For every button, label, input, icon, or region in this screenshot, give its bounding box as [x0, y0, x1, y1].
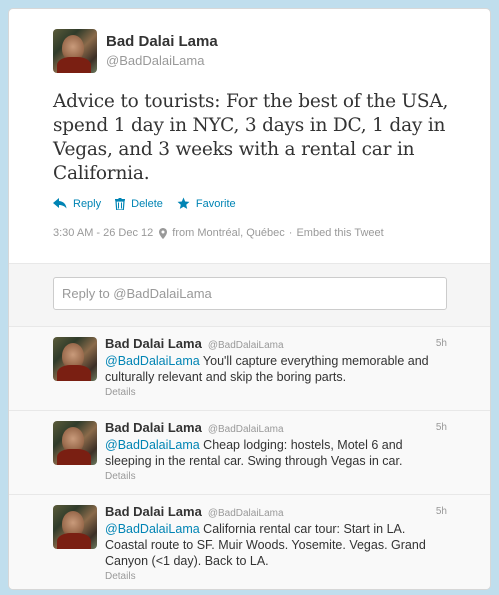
reply-header: Bad Dalai Lama @BadDalaiLama — [105, 420, 445, 435]
tweet-actions: Reply Delete Favorite — [53, 197, 490, 210]
timestamp[interactable]: 3:30 AM - 26 Dec 12 — [53, 227, 153, 239]
list-item: Bad Dalai Lama @BadDalaiLama 5h @BadDala… — [9, 327, 490, 411]
reply-label: Reply — [73, 197, 102, 210]
reply-area: Reply to @BadDalaiLama — [9, 263, 490, 327]
reply-body: Bad Dalai Lama @BadDalaiLama 5h @BadDala… — [105, 504, 447, 582]
tweet-meta: 3:30 AM - 26 Dec 12 from Montréal, Québe… — [53, 227, 490, 239]
avatar[interactable] — [53, 421, 97, 465]
star-icon — [177, 197, 190, 209]
details-link[interactable]: Details — [105, 387, 445, 398]
location[interactable]: from Montréal, Québec — [172, 227, 285, 239]
mention-link[interactable]: @BadDalaiLama — [105, 438, 200, 452]
author-handle[interactable]: @BadDalaiLama — [106, 53, 218, 68]
reply-time[interactable]: 5h — [436, 422, 447, 433]
list-item: Bad Dalai Lama @BadDalaiLama 5h @BadDala… — [9, 495, 490, 589]
reply-header: Bad Dalai Lama @BadDalaiLama — [105, 336, 445, 351]
reply-author-name[interactable]: Bad Dalai Lama — [105, 420, 202, 435]
author-name[interactable]: Bad Dalai Lama — [106, 33, 218, 50]
list-item: Bad Dalai Lama @BadDalaiLama 5h @BadDala… — [9, 411, 490, 495]
trash-icon — [115, 197, 126, 210]
reply-author-name[interactable]: Bad Dalai Lama — [105, 504, 202, 519]
reply-list: Bad Dalai Lama @BadDalaiLama 5h @BadDala… — [9, 327, 490, 589]
reply-author-name[interactable]: Bad Dalai Lama — [105, 336, 202, 351]
reply-arrow-icon — [53, 198, 67, 209]
favorite-label: Favorite — [195, 197, 236, 210]
avatar[interactable] — [53, 337, 97, 381]
main-tweet-header: Bad Dalai Lama @BadDalaiLama — [53, 29, 490, 73]
mention-link[interactable]: @BadDalaiLama — [105, 354, 200, 368]
mention-link[interactable]: @BadDalaiLama — [105, 522, 200, 536]
reply-author-handle[interactable]: @BadDalaiLama — [208, 508, 284, 519]
reply-author-handle[interactable]: @BadDalaiLama — [208, 340, 284, 351]
tweet-card: Bad Dalai Lama @BadDalaiLama Advice to t… — [8, 8, 491, 590]
meta-separator: · — [288, 227, 293, 239]
avatar[interactable] — [53, 29, 97, 73]
author-names: Bad Dalai Lama @BadDalaiLama — [106, 33, 218, 68]
reply-input[interactable]: Reply to @BadDalaiLama — [53, 277, 447, 310]
reply-time[interactable]: 5h — [436, 506, 447, 517]
reply-header: Bad Dalai Lama @BadDalaiLama — [105, 504, 445, 519]
avatar[interactable] — [53, 505, 97, 549]
reply-body: Bad Dalai Lama @BadDalaiLama 5h @BadDala… — [105, 420, 447, 482]
details-link[interactable]: Details — [105, 571, 445, 582]
delete-button[interactable]: Delete — [115, 197, 163, 210]
reply-time[interactable]: 5h — [436, 338, 447, 349]
embed-link[interactable]: Embed this Tweet — [296, 227, 383, 239]
reply-text: @BadDalaiLama You'll capture everything … — [105, 353, 445, 385]
main-tweet: Bad Dalai Lama @BadDalaiLama Advice to t… — [9, 9, 490, 263]
details-link[interactable]: Details — [105, 471, 445, 482]
delete-label: Delete — [131, 197, 163, 210]
reply-button[interactable]: Reply — [53, 197, 101, 210]
reply-body: Bad Dalai Lama @BadDalaiLama 5h @BadDala… — [105, 336, 447, 398]
reply-text: @BadDalaiLama Cheap lodging: hostels, Mo… — [105, 437, 445, 469]
reply-author-handle[interactable]: @BadDalaiLama — [208, 424, 284, 435]
favorite-button[interactable]: Favorite — [177, 197, 236, 210]
reply-text: @BadDalaiLama California rental car tour… — [105, 521, 445, 569]
location-pin-icon — [159, 227, 168, 239]
tweet-text: Advice to tourists: For the best of the … — [53, 91, 449, 184]
